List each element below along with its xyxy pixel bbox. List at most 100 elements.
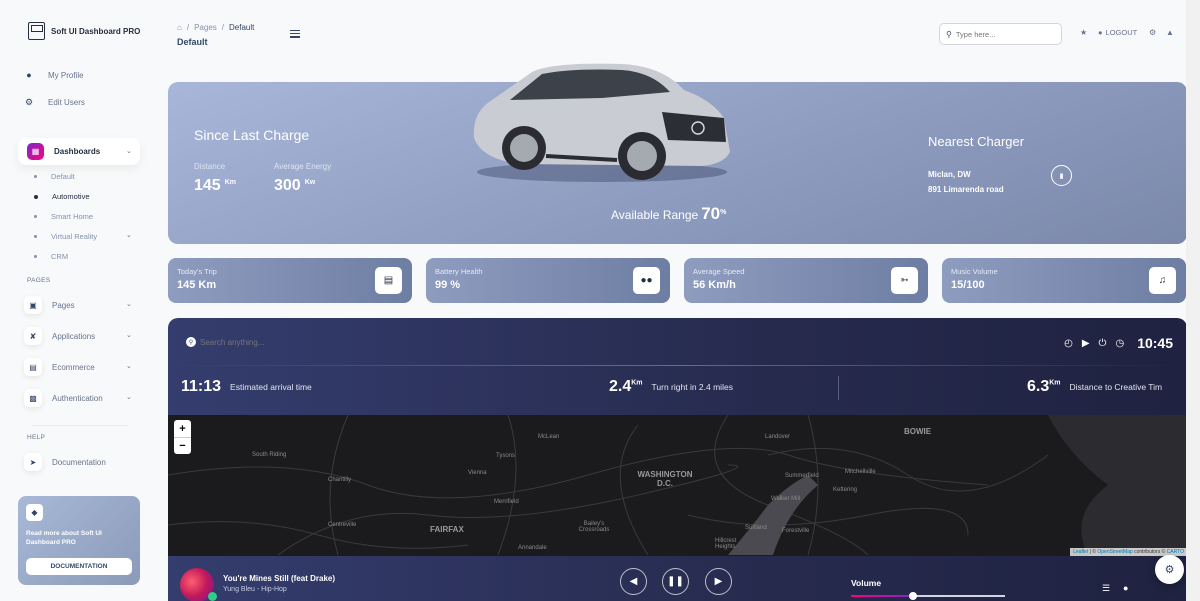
energy-value: 300 Kw (274, 177, 315, 195)
section-heading-pages: PAGES (27, 277, 51, 284)
music-player: You're Mines Still (feat Drake) Yung Ble… (168, 556, 1187, 601)
zoom-out-button[interactable]: − (174, 437, 191, 454)
map[interactable]: + − South Riding Chantilly Centreville T… (168, 415, 1187, 556)
volume-slider[interactable] (851, 592, 1005, 600)
spotify-badge-icon (208, 592, 217, 601)
sidebar-subitem-smart-home[interactable]: Smart Home (34, 212, 93, 221)
turn-label: Turn right in 2.4 miles (651, 382, 733, 392)
breadcrumb-sep: / (186, 23, 190, 32)
brand[interactable]: Soft UI Dashboard PRO (28, 22, 140, 40)
user-icon: ● (1098, 28, 1103, 37)
pause-button[interactable]: ❚❚ (662, 568, 689, 595)
documentation-button[interactable]: DOCUMENTATION (26, 558, 132, 575)
shop-icon: ▦ (27, 143, 44, 160)
sidebar-item-label: Authentication (52, 393, 103, 403)
map-label: Merrifield (494, 499, 519, 505)
since-last-charge-card: Since Last Charge Distance 145 Km Average… (168, 63, 1187, 244)
osm-link[interactable]: OpenStreetMap (1097, 549, 1132, 555)
leaflet-link[interactable]: Leaflet (1073, 549, 1088, 555)
headphones-icon[interactable]: ◴ (1064, 338, 1073, 349)
sidebar-item-label: Pages (52, 300, 75, 310)
map-icon: ▤ (375, 267, 402, 294)
subitem-label: Automotive (52, 192, 90, 201)
map-label: Suitland (745, 525, 767, 531)
zoom-in-button[interactable]: + (174, 420, 191, 437)
speed-icon: ➳ (891, 267, 918, 294)
sidebar-subitem-default[interactable]: Default (34, 172, 75, 181)
map-zoom-control: + − (174, 420, 191, 454)
map-label: Mitchellville (845, 469, 876, 475)
home-icon[interactable]: ⌂ (177, 23, 182, 32)
configurator-button[interactable]: ⚙ (1155, 555, 1184, 584)
search-box[interactable]: ⚲ (939, 23, 1062, 45)
sidebar-item-documentation[interactable]: ➤ Documentation (24, 453, 106, 471)
bullet-icon (34, 235, 37, 238)
nav-search[interactable]: ⚲ (186, 337, 320, 347)
tools-icon: ✘ (24, 327, 42, 345)
page-scrollbar[interactable] (1186, 0, 1200, 601)
sidebar-item-applications[interactable]: ✘ Applications (24, 327, 95, 345)
charger-map-button[interactable]: ▮ (1051, 165, 1072, 186)
search-input[interactable] (955, 29, 1051, 39)
car-image (473, 63, 730, 182)
map-label: Centreville (328, 522, 357, 528)
help-card-text: Read more about Soft UI Dashboard PRO (26, 530, 102, 546)
volume-handle[interactable] (908, 592, 917, 600)
sidebar-item-label: Dashboards (54, 147, 101, 156)
bullet-icon (34, 175, 37, 178)
charger-address: 891 Limarenda road (928, 185, 1004, 194)
card-label: Battery Health (435, 267, 483, 276)
basket-icon: ▤ (24, 358, 42, 376)
battery-health-card: Battery Health 99 % ●● (426, 258, 670, 303)
nav-status-icons: ◴ ▶ ⏻ ◷ 10:45 (1064, 335, 1173, 351)
sidebar-item-dashboards[interactable]: ▦ Dashboards ⌄ (18, 138, 140, 165)
sidebar-subitem-virtual-reality[interactable]: Virtual Reality (34, 232, 97, 241)
navigation-panel: ⚲ ◴ ▶ ⏻ ◷ 10:45 11:13 Estimated arrival … (168, 318, 1187, 601)
power-icon[interactable]: ⏻ (1099, 338, 1107, 349)
chevron-down-icon: ⌄ (126, 332, 132, 339)
sidebar-item-edit-users[interactable]: ⚙ Edit Users (24, 97, 85, 108)
chevron-down-icon: ⌄ (126, 232, 132, 239)
sidebar-item-authentication[interactable]: ▩ Authentication (24, 389, 103, 407)
music-volume-card: Music Volume 15/100 ♫ (942, 258, 1186, 303)
dest-distance-number: 6.3 (1027, 378, 1050, 395)
hero-title: Since Last Charge (194, 127, 310, 143)
sidebar-subitem-crm[interactable]: CRM (34, 252, 68, 261)
playlist-icon[interactable]: ☰ (1102, 583, 1110, 594)
play-icon[interactable]: ▶ (1082, 338, 1090, 349)
range-unit: % (720, 209, 727, 216)
card-label: Music Volume (951, 267, 998, 276)
bullet-icon (34, 255, 37, 258)
logout-link[interactable]: ● LOGOUT (1098, 28, 1137, 37)
breadcrumb-item[interactable]: Pages (194, 23, 217, 32)
chat-bubble-icon[interactable]: ● (1123, 583, 1128, 593)
map-label: Hillcrest Heights (715, 538, 737, 550)
sidebar-subitem-automotive[interactable]: Automotive (34, 192, 90, 201)
average-speed-card: Average Speed 56 Km/h ➳ (684, 258, 928, 303)
energy-number: 300 (274, 177, 301, 194)
card-label: Average Speed (693, 267, 745, 276)
hamburger-menu-icon[interactable] (290, 30, 300, 40)
nav-search-input[interactable] (200, 337, 320, 347)
music-note-icon: ♫ (1149, 267, 1176, 294)
energy-label: Average Energy (274, 162, 332, 171)
sidebar-item-my-profile[interactable]: ● My Profile (24, 70, 83, 80)
card-value: 99 % (435, 279, 461, 291)
sidebar-item-label: Documentation (52, 457, 106, 467)
dest-distance: 6.3Km (1027, 378, 1061, 396)
turn-distance: 2.4Km (609, 378, 643, 396)
settings-gear-icon[interactable]: ⚙ (1149, 28, 1156, 37)
bullet-icon (34, 215, 37, 218)
help-card: ◆ Read more about Soft UI Dashboard PRO … (18, 496, 140, 585)
next-button[interactable]: ▶ (705, 568, 732, 595)
notification-bell-icon[interactable]: ▲ (1166, 28, 1174, 37)
brightness-icon[interactable]: ★ (1080, 28, 1087, 37)
sidebar-item-pages[interactable]: ▣ Pages (24, 296, 75, 314)
sidebar-item-ecommerce[interactable]: ▤ Ecommerce (24, 358, 95, 376)
map-label: Annandale (518, 545, 547, 551)
office-icon: ▣ (24, 296, 42, 314)
previous-button[interactable]: ◀ (620, 568, 647, 595)
search-icon: ⚲ (946, 29, 952, 39)
timer-icon[interactable]: ◷ (1115, 338, 1124, 349)
card-label: Today's Trip (177, 267, 217, 276)
